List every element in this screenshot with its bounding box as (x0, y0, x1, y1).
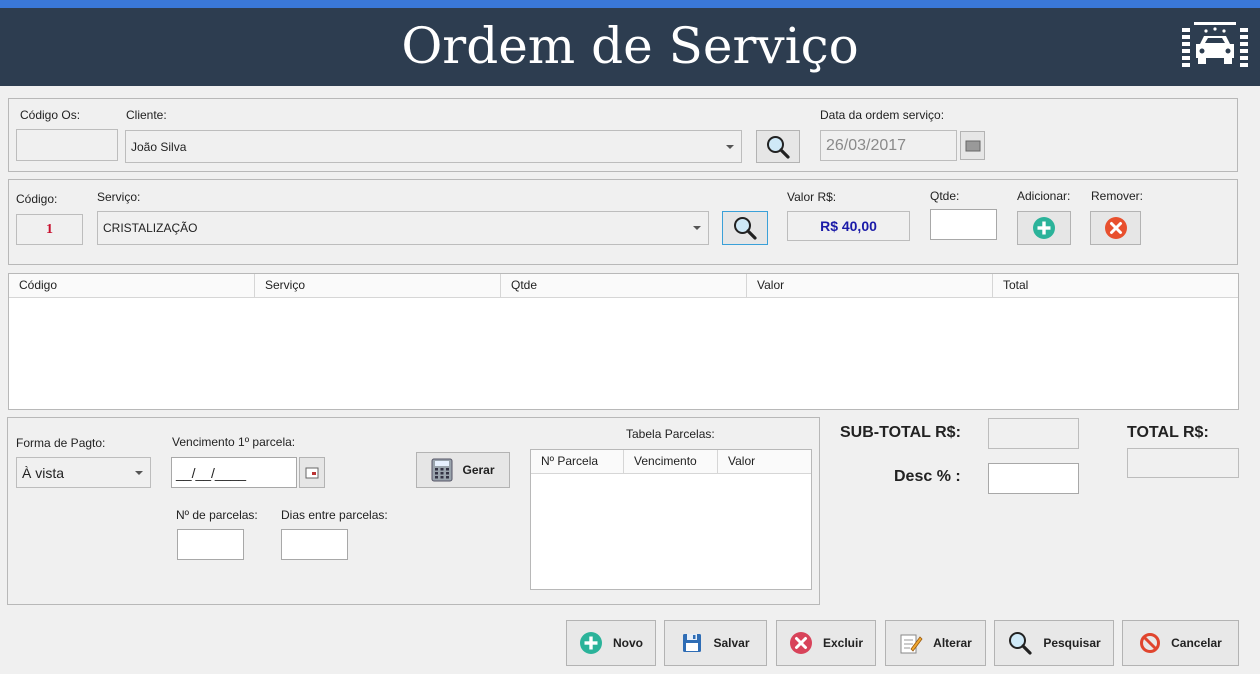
search-servico-button[interactable] (722, 211, 768, 245)
dias-parcelas-input[interactable] (281, 529, 348, 560)
chevron-down-icon (135, 470, 143, 475)
servicos-table: Código Serviço Qtde Valor Total (8, 273, 1239, 410)
excluir-label: Excluir (822, 636, 864, 650)
remove-servico-button[interactable] (1090, 211, 1141, 245)
novo-label: Novo (613, 636, 643, 650)
forma-pagto-select[interactable]: À vista (16, 457, 151, 488)
servicos-table-header: Código Serviço Qtde Valor Total (9, 274, 1238, 298)
codigo-servico-label: Código: (16, 192, 58, 206)
servico-select[interactable]: CRISTALIZAÇÃO (97, 211, 709, 245)
save-icon (683, 634, 702, 652)
num-parcelas-input[interactable] (177, 529, 244, 560)
dias-parcelas-label: Dias entre parcelas: (281, 508, 388, 522)
chevron-down-icon (726, 144, 734, 149)
cliente-value: João Silva (131, 139, 187, 154)
column-header-valor-parcela[interactable]: Valor (718, 450, 811, 473)
codigo-servico-field[interactable]: 1 (16, 214, 83, 245)
add-servico-button[interactable] (1017, 211, 1071, 245)
data-os-calendar-button[interactable] (960, 131, 985, 160)
search-icon (1009, 632, 1032, 655)
plus-circle-icon (580, 632, 602, 654)
search-cliente-button[interactable] (756, 130, 800, 163)
forma-pagto-value: À vista (22, 464, 65, 481)
page-title: Ordem de Serviço (401, 17, 859, 75)
adicionar-label: Adicionar: (1017, 189, 1071, 203)
window-top-strip (0, 0, 1260, 8)
forma-pagto-label: Forma de Pagto: (16, 436, 106, 450)
total-field (1127, 448, 1239, 478)
data-os-label: Data da ordem serviço: (820, 108, 945, 122)
cancelar-label: Cancelar (1171, 636, 1222, 650)
pesquisar-label: Pesquisar (1043, 636, 1101, 650)
vencimento-label: Vencimento 1º parcela: (172, 435, 296, 449)
calendar-icon (305, 467, 319, 478)
column-header-total[interactable]: Total (993, 274, 1238, 297)
data-os-field[interactable]: 26/03/2017 (820, 130, 957, 161)
column-header-servico[interactable]: Serviço (255, 274, 501, 297)
cancelar-button[interactable]: Cancelar (1122, 620, 1239, 666)
servico-label: Serviço: (97, 190, 141, 204)
edit-icon (900, 634, 923, 654)
valor-label: Valor R$: (787, 190, 837, 204)
alterar-label: Alterar (933, 636, 972, 650)
excluir-button[interactable]: Excluir (776, 620, 876, 666)
calendar-icon (965, 140, 980, 151)
search-icon (734, 217, 757, 240)
column-header-vencimento[interactable]: Vencimento (624, 450, 718, 473)
car-wash-icon (1182, 22, 1248, 67)
qtde-input[interactable] (930, 209, 997, 240)
alterar-button[interactable]: Alterar (885, 620, 986, 666)
tabela-parcelas-label: Tabela Parcelas: (626, 427, 715, 441)
remove-circle-icon (1104, 217, 1127, 239)
cancel-icon (1140, 633, 1161, 653)
desc-label: Desc % : (894, 468, 961, 485)
valor-field: R$ 40,00 (787, 211, 910, 241)
vencimento-calendar-button[interactable] (299, 457, 325, 488)
servico-value: CRISTALIZAÇÃO (103, 221, 198, 235)
subtotal-label: SUB-TOTAL R$: (840, 424, 961, 441)
parcelas-table: Nº Parcela Vencimento Valor (530, 449, 812, 590)
pesquisar-button[interactable]: Pesquisar (994, 620, 1114, 666)
remover-label: Remover: (1091, 189, 1144, 203)
subtotal-field (988, 418, 1079, 449)
column-header-num-parcela[interactable]: Nº Parcela (531, 450, 624, 473)
cliente-select[interactable]: João Silva (125, 130, 742, 163)
parcelas-table-header: Nº Parcela Vencimento Valor (531, 450, 811, 474)
codigo-os-field[interactable] (16, 129, 118, 161)
remove-circle-icon (789, 632, 812, 654)
column-header-qtde[interactable]: Qtde (501, 274, 747, 297)
novo-button[interactable]: Novo (566, 620, 656, 666)
column-header-valor[interactable]: Valor (747, 274, 993, 297)
search-icon (767, 135, 790, 159)
gerar-button[interactable]: Gerar (416, 452, 510, 488)
cliente-label: Cliente: (126, 108, 167, 122)
salvar-button[interactable]: Salvar (664, 620, 767, 666)
salvar-label: Salvar (713, 636, 750, 650)
desc-input[interactable] (988, 463, 1079, 494)
column-header-codigo[interactable]: Código (9, 274, 255, 297)
plus-circle-icon (1033, 217, 1055, 239)
calculator-icon (431, 458, 453, 482)
gerar-label: Gerar (462, 463, 495, 477)
total-label: TOTAL R$: (1127, 424, 1209, 441)
num-parcelas-label: Nº de parcelas: (176, 508, 258, 522)
vencimento-input[interactable]: __/__/____ (171, 457, 297, 488)
chevron-down-icon (693, 226, 701, 230)
qtde-label: Qtde: (930, 189, 960, 203)
codigo-os-label: Código Os: (20, 108, 81, 122)
